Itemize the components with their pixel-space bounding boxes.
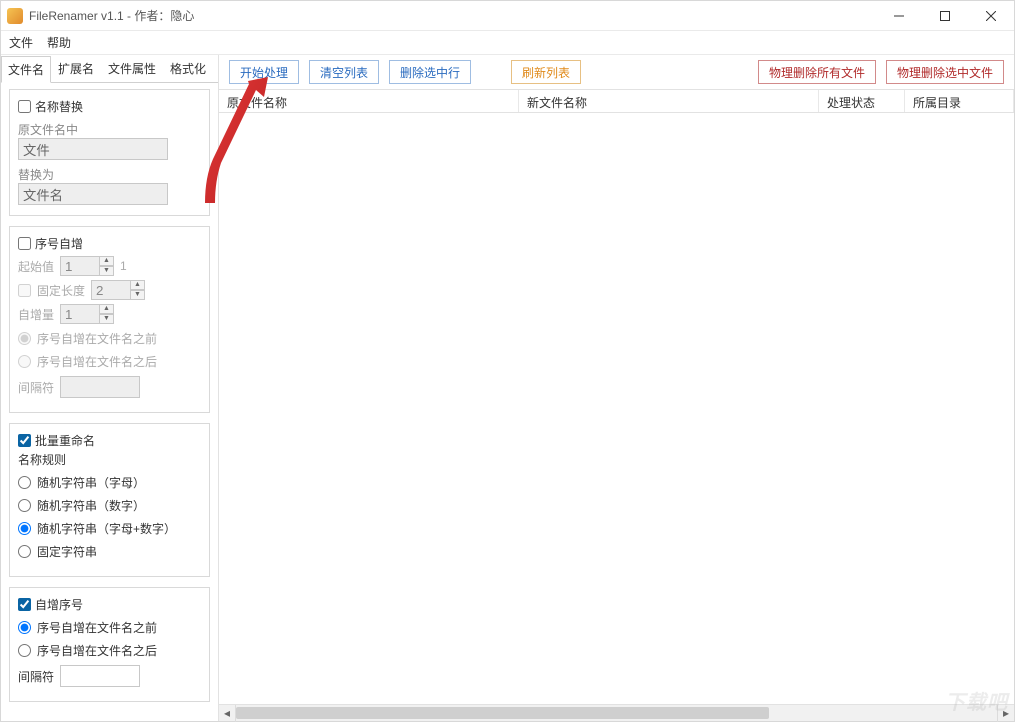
group-auto-seq: 自增序号 序号自增在文件名之前 序号自增在文件名之后 间隔符 <box>9 587 210 702</box>
horizontal-scrollbar[interactable]: ◂ ▸ <box>219 704 1014 721</box>
menu-help[interactable]: 帮助 <box>47 34 71 51</box>
radio-seq-after[interactable] <box>18 355 31 368</box>
phys-delete-all-button[interactable]: 物理删除所有文件 <box>758 60 876 84</box>
label-auto-seq: 自增序号 <box>35 596 83 613</box>
group-sequence: 序号自增 起始值 ▲▼ 1 固定长度 <box>9 226 210 413</box>
label-batch-rename: 批量重命名 <box>35 432 95 449</box>
check-auto-seq[interactable] <box>18 598 31 611</box>
left-scroll: 名称替换 原文件名中 替换为 序号自增 起始值 <box>1 83 218 721</box>
menubar: 文件 帮助 <box>1 31 1014 55</box>
table-header: 原文件名称 新文件名称 处理状态 所属目录 <box>219 89 1014 113</box>
label-rule-alnum: 随机字符串（字母+数字） <box>37 520 176 537</box>
window-controls <box>876 1 1014 31</box>
check-sequence[interactable] <box>18 237 31 250</box>
scroll-thumb[interactable] <box>236 707 769 719</box>
clear-list-button[interactable]: 清空列表 <box>309 60 379 84</box>
spin-start-value[interactable]: ▲▼ <box>60 256 114 276</box>
tab-extension[interactable]: 扩展名 <box>51 55 101 82</box>
titlebar: FileRenamer v1.1 - 作者：隐心 <box>1 1 1014 31</box>
left-panel: 文件名 扩展名 文件属性 格式化 名称替换 原文件名中 替换为 <box>1 55 219 721</box>
radio-auto-after[interactable] <box>18 644 31 657</box>
label-seq-after: 序号自增在文件名之后 <box>37 353 157 370</box>
tab-attributes[interactable]: 文件属性 <box>101 55 163 82</box>
radio-rule-num[interactable] <box>18 499 31 512</box>
label-seq-before: 序号自增在文件名之前 <box>37 330 157 347</box>
check-fixed-length[interactable] <box>18 284 31 297</box>
app-icon <box>7 8 23 24</box>
col-directory[interactable]: 所属目录 <box>905 90 1014 112</box>
label-step: 自增量 <box>18 306 54 323</box>
label-seq-sep: 间隔符 <box>18 379 54 396</box>
input-seq-sep[interactable] <box>60 376 140 398</box>
label-rule-fixed: 固定字符串 <box>37 543 97 560</box>
label-name-rule: 名称规则 <box>18 451 201 468</box>
check-batch-rename[interactable] <box>18 434 31 447</box>
scroll-right-icon[interactable]: ▸ <box>997 705 1014 722</box>
group-name-replace: 名称替换 原文件名中 替换为 <box>9 89 210 216</box>
label-sequence: 序号自增 <box>35 235 83 252</box>
label-rule-alpha: 随机字符串（字母） <box>37 474 145 491</box>
col-status[interactable]: 处理状态 <box>819 90 905 112</box>
label-fixed-length: 固定长度 <box>37 282 85 299</box>
label-name-replace: 名称替换 <box>35 98 83 115</box>
spin-fixed-length[interactable]: ▲▼ <box>91 280 145 300</box>
toolbar: 开始处理 清空列表 删除选中行 刷新列表 物理删除所有文件 物理删除选中文件 <box>219 55 1014 89</box>
minimize-button[interactable] <box>876 1 922 31</box>
left-tabs: 文件名 扩展名 文件属性 格式化 <box>1 55 218 83</box>
col-new-name[interactable]: 新文件名称 <box>519 90 819 112</box>
input-auto-sep[interactable] <box>60 665 140 687</box>
tab-format[interactable]: 格式化 <box>163 55 213 82</box>
radio-auto-before[interactable] <box>18 621 31 634</box>
scroll-track[interactable] <box>236 705 997 722</box>
app-window: FileRenamer v1.1 - 作者：隐心 文件 帮助 文件名 扩展名 文… <box>0 0 1015 722</box>
check-name-replace[interactable] <box>18 100 31 113</box>
right-panel: 开始处理 清空列表 删除选中行 刷新列表 物理删除所有文件 物理删除选中文件 原… <box>219 55 1014 721</box>
label-rule-num: 随机字符串（数字） <box>37 497 145 514</box>
radio-rule-fixed[interactable] <box>18 545 31 558</box>
start-button[interactable]: 开始处理 <box>229 60 299 84</box>
radio-seq-before[interactable] <box>18 332 31 345</box>
delete-selected-button[interactable]: 删除选中行 <box>389 60 471 84</box>
phys-delete-selected-button[interactable]: 物理删除选中文件 <box>886 60 1004 84</box>
table-body <box>219 113 1014 704</box>
radio-rule-alnum[interactable] <box>18 522 31 535</box>
label-replace-to: 替换为 <box>18 166 201 183</box>
input-replace-to[interactable] <box>18 183 168 205</box>
radio-rule-alpha[interactable] <box>18 476 31 489</box>
spin-step[interactable]: ▲▼ <box>60 304 114 324</box>
label-start-value: 起始值 <box>18 258 54 275</box>
label-auto-after: 序号自增在文件名之后 <box>37 642 157 659</box>
maximize-button[interactable] <box>922 1 968 31</box>
input-replace-in[interactable] <box>18 138 168 160</box>
label-auto-sep: 间隔符 <box>18 668 54 685</box>
col-original-name[interactable]: 原文件名称 <box>219 90 519 112</box>
suffix-1: 1 <box>120 259 127 273</box>
label-auto-before: 序号自增在文件名之前 <box>37 619 157 636</box>
group-batch-rename: 批量重命名 名称规则 随机字符串（字母） 随机字符串（数字） 随机字符串（字母+… <box>9 423 210 577</box>
scroll-left-icon[interactable]: ◂ <box>219 705 236 722</box>
tab-filename[interactable]: 文件名 <box>1 56 51 83</box>
refresh-list-button[interactable]: 刷新列表 <box>511 60 581 84</box>
close-button[interactable] <box>968 1 1014 31</box>
label-replace-in: 原文件名中 <box>18 121 201 138</box>
menu-file[interactable]: 文件 <box>9 34 33 51</box>
window-title: FileRenamer v1.1 - 作者：隐心 <box>29 7 194 24</box>
body: 文件名 扩展名 文件属性 格式化 名称替换 原文件名中 替换为 <box>1 55 1014 721</box>
